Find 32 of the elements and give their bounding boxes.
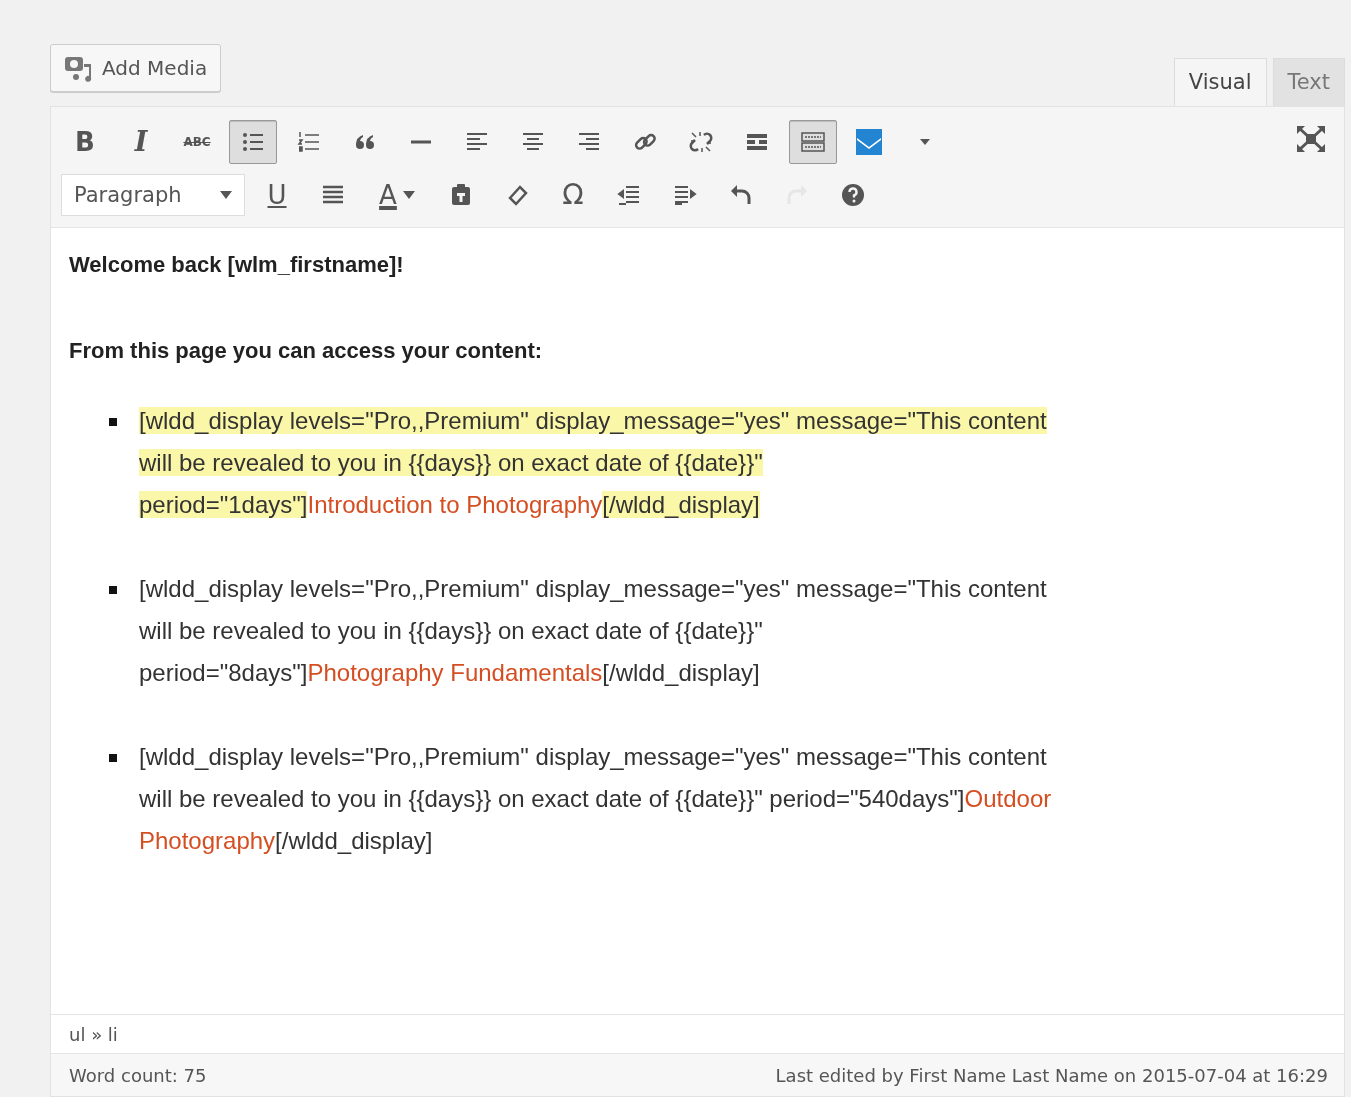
shortcode-text: [wldd_display levels="Pro,,Premium" display_message="yes" message="This content will be revealed to you in {{days}} on exact date of {{date}}" period="1days"]Introduction to Photography[/wldd_display]: [139, 406, 1048, 520]
plugin-icon: [856, 128, 882, 155]
format-button[interactable]: B: [61, 119, 109, 164]
list-bullet: [109, 754, 117, 762]
caret-icon: [402, 190, 415, 199]
list-bullet: [109, 586, 117, 594]
hr-icon: [410, 139, 432, 144]
editor-tab[interactable]: Visual: [1173, 58, 1267, 106]
editor-tab[interactable]: Text: [1272, 58, 1345, 106]
format-button[interactable]: Ω: [549, 172, 597, 217]
add-media-button[interactable]: Add Media: [50, 44, 222, 92]
kitchen-sink-button[interactable]: [789, 119, 837, 164]
fullscreen-button[interactable]: [1296, 125, 1326, 153]
format-button[interactable]: U: [253, 172, 301, 217]
list-bullet: [109, 418, 117, 426]
format-button[interactable]: I: [117, 119, 165, 164]
welcome-heading: Welcome back [wlm_firstname]!: [69, 252, 405, 278]
bullets-button[interactable]: [229, 119, 277, 164]
camera-music-icon: [64, 54, 94, 82]
fullscreen-icon: [1296, 125, 1326, 153]
caret-icon: [919, 137, 931, 146]
element-path: ul » li: [69, 1023, 118, 1045]
intro-heading: From this page you can access your content:: [69, 338, 544, 364]
shortcode-text: [wldd_display levels="Pro,,Premium" display_message="yes" message="This content will be revealed to you in {{days}} on exact date of {{date}}" period="540days"]Outdoor Photography[/wldd_display]: [139, 742, 1053, 856]
help-icon: [840, 181, 866, 208]
format-button[interactable]: ABC: [173, 119, 221, 164]
last-edited: Last edited by First Name Last Name on 2015-07-04 at 16:29: [775, 1064, 1328, 1086]
format-button[interactable]: A: [365, 172, 429, 217]
shortcode-text: [wldd_display levels="Pro,,Premium" display_message="yes" message="This content will be revealed to you in {{days}} on exact date of {{date}}" period="8days"]Photography Fundamentals[/wldd_display]: [139, 574, 1048, 688]
format-select[interactable]: Paragraph: [61, 173, 245, 216]
word-count: Word count: 75: [69, 1064, 207, 1086]
caret-icon: [220, 190, 232, 199]
